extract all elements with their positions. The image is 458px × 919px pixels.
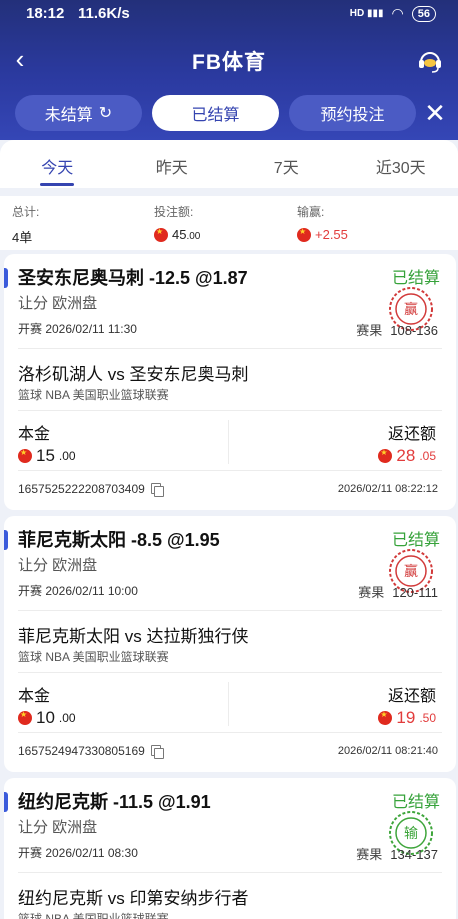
stake-label: 投注额:	[154, 205, 194, 219]
bet-card[interactable]: 纽约尼克斯 -11.5 @1.91 已结算 输 让分 欧洲盘 开赛 2026/0…	[4, 778, 456, 919]
divider	[18, 348, 442, 349]
divider	[228, 420, 229, 464]
summary-winloss: 输赢: +2.55	[297, 203, 348, 242]
market-type: 让分 欧洲盘	[18, 557, 98, 574]
copy-icon[interactable]	[150, 745, 164, 759]
cny-flag-icon	[18, 448, 32, 463]
status-icons: HD ▮▮▮ ◠ 56	[350, 5, 436, 22]
svg-text:输: 输	[404, 826, 418, 842]
close-icon[interactable]: ✕	[420, 98, 450, 128]
start-time: 开赛 2026/02/11 11:30	[18, 322, 137, 336]
money-row: 本金 15.00 返还额 28.05	[4, 420, 456, 472]
header: 18:12 11.6K/s HD ▮▮▮ ◠ 56 ‹ FB体育 未结算 ↻ 已…	[0, 0, 458, 140]
status-badge: 已结算	[391, 270, 440, 287]
divider	[18, 470, 442, 471]
final-score: 赛果 120-111	[358, 585, 438, 600]
card-accent	[4, 268, 8, 288]
segment-scheduled-label: 预约投注	[320, 107, 385, 124]
tab-7days-label: 7天	[273, 160, 299, 177]
status-bar: 18:12 11.6K/s HD ▮▮▮ ◠ 56	[0, 0, 458, 28]
bet-selection: 菲尼克斯太阳 -8.5 @1.95	[18, 530, 220, 550]
market-type: 让分 欧洲盘	[18, 295, 98, 312]
market-type: 让分 欧洲盘	[18, 819, 98, 836]
match-name: 洛杉矶湖人 vs 圣安东尼奥马刺	[18, 365, 249, 384]
divider	[18, 410, 442, 411]
settlement-segments: 未结算 ↻ 已结算 预约投注	[15, 95, 416, 131]
signal-icon: HD ▮▮▮	[349, 8, 384, 19]
winloss-label: 输赢:	[297, 205, 325, 219]
segment-unsettled[interactable]: 未结算 ↻	[15, 95, 142, 131]
return-amount: 返还额 28.05	[378, 420, 436, 466]
cny-flag-icon	[18, 710, 32, 725]
principal: 本金 15.00	[18, 420, 76, 466]
order-time: 2026/02/11 08:21:40	[337, 745, 438, 757]
segment-unsettled-label: 未结算	[44, 107, 93, 124]
start-time: 开赛 2026/02/11 10:00	[18, 584, 138, 598]
summary-stake: 投注额: 45.00	[154, 203, 200, 242]
cny-flag-icon	[378, 448, 393, 463]
stake-value: 45.00	[154, 227, 200, 242]
league-name: 篮球 NBA 美国职业篮球联赛	[18, 650, 169, 664]
svg-text:赢: 赢	[404, 301, 418, 318]
segment-settled[interactable]: 已结算	[152, 95, 279, 131]
final-score: 赛果 108-136	[356, 323, 438, 338]
total-value: 4单	[12, 230, 33, 245]
match-name: 菲尼克斯太阳 vs 达拉斯独行侠	[18, 627, 249, 646]
tab-today-label: 今天	[41, 160, 74, 177]
status-badge: 已结算	[391, 532, 440, 549]
segment-scheduled[interactable]: 预约投注	[289, 95, 416, 131]
active-tab-indicator	[40, 183, 75, 186]
support-headset-icon[interactable]	[416, 47, 444, 75]
wifi-icon: ◠	[391, 5, 404, 21]
tab-today[interactable]: 今天	[0, 140, 115, 188]
battery-icon: 56	[411, 5, 436, 22]
tab-yesterday-label: 昨天	[155, 160, 188, 177]
divider	[18, 610, 442, 611]
bet-card[interactable]: 菲尼克斯太阳 -8.5 @1.95 已结算 赢 让分 欧洲盘 开赛 2026/0…	[4, 516, 456, 772]
winloss-value: +2.55	[297, 227, 348, 242]
tab-30days[interactable]: 近30天	[344, 140, 458, 188]
total-label: 总计:	[12, 205, 40, 219]
cny-flag-icon	[154, 227, 168, 242]
status-badge: 已结算	[391, 794, 440, 811]
tab-30days-label: 近30天	[375, 160, 426, 177]
divider	[228, 682, 229, 726]
divider	[18, 872, 442, 873]
league-name: 篮球 NBA 美国职业篮球联赛	[18, 912, 169, 919]
svg-text:赢: 赢	[404, 563, 418, 580]
cny-flag-icon	[297, 227, 311, 242]
bet-selection: 圣安东尼奥马刺 -12.5 @1.87	[18, 268, 248, 288]
summary-bar: 总计: 4单 投注额: 45.00 输赢: +2.55	[0, 196, 458, 250]
date-tabs: 今天 昨天 7天 近30天	[0, 140, 458, 188]
summary-total: 总计: 4单	[12, 203, 39, 246]
navbar: ‹ FB体育	[0, 40, 458, 80]
divider	[18, 672, 442, 673]
copy-icon[interactable]	[150, 483, 164, 497]
divider	[18, 732, 442, 733]
cny-flag-icon	[378, 710, 393, 725]
principal: 本金 10.00	[18, 682, 76, 728]
network-speed: 11.6K/s	[78, 5, 130, 22]
order-id: 1657524947330805169	[18, 744, 164, 759]
tab-yesterday[interactable]: 昨天	[115, 140, 230, 188]
bet-card[interactable]: 圣安东尼奥马刺 -12.5 @1.87 已结算 赢 让分 欧洲盘 开赛 2026…	[4, 254, 456, 510]
return-amount: 返还额 19.50	[378, 682, 436, 728]
segment-settled-label: 已结算	[191, 107, 240, 124]
clock: 18:12	[26, 5, 65, 22]
refresh-icon[interactable]: ↻	[99, 103, 112, 123]
match-name: 纽约尼克斯 vs 印第安纳步行者	[18, 889, 249, 908]
league-name: 篮球 NBA 美国职业篮球联赛	[18, 388, 169, 402]
tab-7days[interactable]: 7天	[229, 140, 344, 188]
order-id: 1657525222208703409	[18, 482, 164, 497]
card-accent	[4, 530, 8, 550]
money-row: 本金 10.00 返还额 19.50	[4, 682, 456, 734]
page-title: FB体育	[192, 51, 266, 74]
card-accent	[4, 792, 8, 812]
start-time: 开赛 2026/02/11 08:30	[18, 846, 138, 860]
final-score: 赛果 134-137	[356, 847, 438, 862]
order-time: 2026/02/11 08:22:12	[337, 483, 438, 495]
bet-selection: 纽约尼克斯 -11.5 @1.91	[18, 792, 211, 812]
